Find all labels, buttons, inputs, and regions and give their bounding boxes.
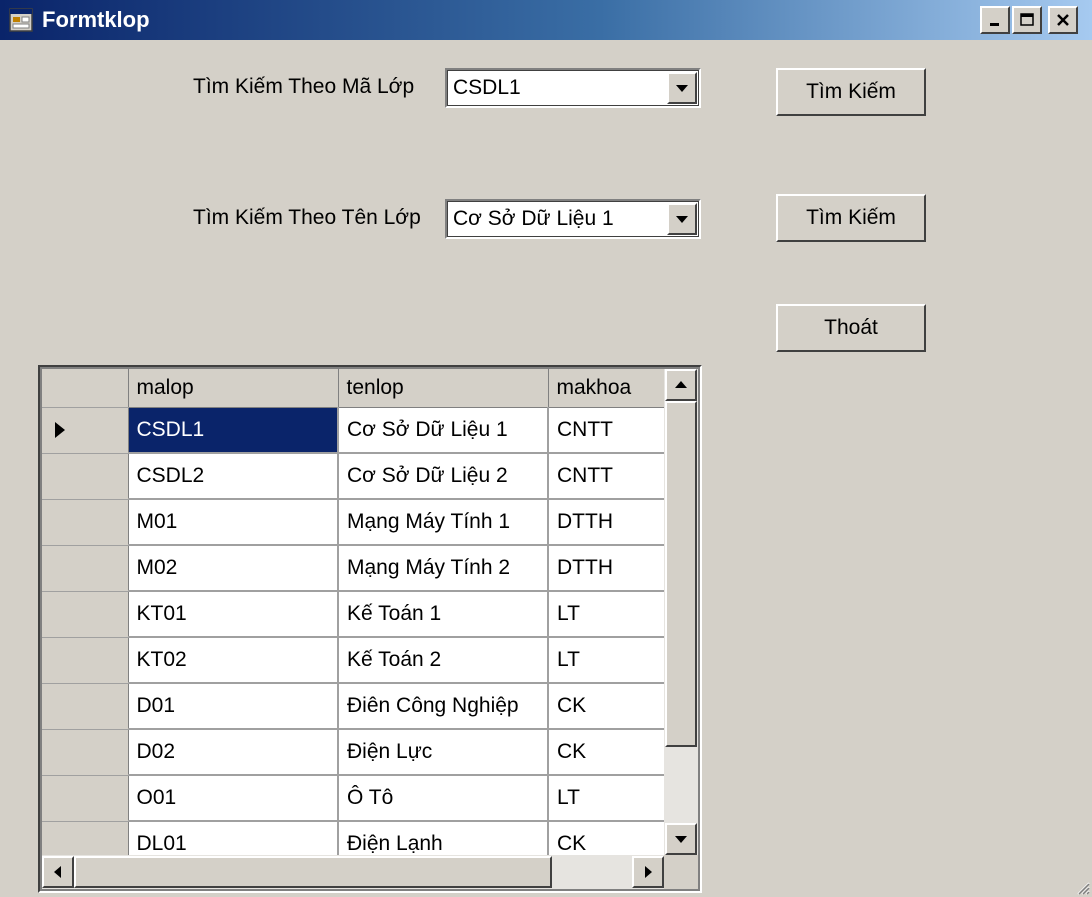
row-indicator-icon bbox=[55, 422, 65, 438]
column-header-tenlop[interactable]: tenlop bbox=[338, 369, 549, 408]
cell-malop[interactable]: KT02 bbox=[128, 637, 339, 684]
cell-makhoa[interactable]: CNTT bbox=[548, 407, 673, 454]
title-bar[interactable]: Formtklop bbox=[0, 0, 1092, 40]
row-header[interactable] bbox=[42, 545, 129, 592]
class-name-value: Cơ Sở Dữ Liệu 1 bbox=[453, 207, 614, 230]
horizontal-scroll-thumb[interactable] bbox=[74, 856, 552, 888]
cell-tenlop[interactable]: Điên Công Nghiệp bbox=[338, 683, 549, 730]
row-header[interactable] bbox=[42, 453, 129, 500]
table-row[interactable]: D01 Điên Công Nghiệp CK bbox=[42, 683, 673, 730]
cell-malop[interactable]: CSDL1 bbox=[128, 407, 339, 454]
vertical-scrollbar[interactable] bbox=[664, 369, 698, 855]
cell-makhoa[interactable]: LT bbox=[548, 775, 673, 822]
cell-tenlop[interactable]: Kế Toán 1 bbox=[338, 591, 549, 638]
minimize-button[interactable] bbox=[980, 6, 1010, 34]
table-row[interactable]: M02 Mạng Máy Tính 2 DTTH bbox=[42, 545, 673, 592]
grid-corner-header[interactable] bbox=[42, 369, 129, 408]
window-title: Formtklop bbox=[42, 7, 150, 32]
class-data-grid[interactable]: malop tenlop makhoa CSDL1 Cơ Sở Dữ Liệu … bbox=[38, 365, 702, 893]
scroll-up-button[interactable] bbox=[665, 369, 697, 401]
table-row[interactable]: CSDL2 Cơ Sở Dữ Liệu 2 CNTT bbox=[42, 453, 673, 500]
grid-header-row: malop tenlop makhoa bbox=[42, 369, 673, 408]
row-header[interactable] bbox=[42, 591, 129, 638]
cell-makhoa[interactable]: LT bbox=[548, 637, 673, 684]
app-form-icon bbox=[9, 8, 33, 32]
cell-tenlop[interactable]: Kế Toán 2 bbox=[338, 637, 549, 684]
minimize-icon bbox=[990, 23, 999, 26]
cell-tenlop[interactable]: Ô Tô bbox=[338, 775, 549, 822]
cell-malop[interactable]: O01 bbox=[128, 775, 339, 822]
row-header[interactable] bbox=[42, 775, 129, 822]
grid-table: malop tenlop makhoa CSDL1 Cơ Sở Dữ Liệu … bbox=[42, 369, 673, 868]
column-header-malop[interactable]: malop bbox=[128, 369, 339, 408]
cell-tenlop[interactable]: Cơ Sở Dữ Liệu 1 bbox=[338, 407, 549, 454]
class-name-combobox[interactable]: Cơ Sở Dữ Liệu 1 bbox=[445, 199, 701, 239]
search-by-code-label: Tìm Kiếm Theo Mã Lớp bbox=[193, 75, 415, 98]
scroll-down-button[interactable] bbox=[665, 823, 697, 855]
cell-malop[interactable]: CSDL2 bbox=[128, 453, 339, 500]
table-row[interactable]: CSDL1 Cơ Sở Dữ Liệu 1 CNTT bbox=[42, 407, 673, 454]
search-by-code-button[interactable]: Tìm Kiếm bbox=[776, 68, 926, 116]
cell-malop[interactable]: M01 bbox=[128, 499, 339, 546]
table-row[interactable]: O01 Ô Tô LT bbox=[42, 775, 673, 822]
table-row[interactable]: D02 Điện Lực CK bbox=[42, 729, 673, 776]
scroll-down-icon bbox=[675, 836, 687, 843]
row-header[interactable] bbox=[42, 683, 129, 730]
cell-malop[interactable]: M02 bbox=[128, 545, 339, 592]
close-icon bbox=[1057, 14, 1069, 26]
scroll-left-button[interactable] bbox=[42, 856, 74, 888]
maximize-icon bbox=[1020, 13, 1034, 26]
cell-malop[interactable]: D02 bbox=[128, 729, 339, 776]
scroll-right-icon bbox=[645, 866, 652, 878]
search-by-name-label: Tìm Kiếm Theo Tên Lớp bbox=[193, 206, 421, 229]
cell-tenlop[interactable]: Cơ Sở Dữ Liệu 2 bbox=[338, 453, 549, 500]
cell-tenlop[interactable]: Mạng Máy Tính 2 bbox=[338, 545, 549, 592]
cell-makhoa[interactable]: CNTT bbox=[548, 453, 673, 500]
row-header[interactable] bbox=[42, 637, 129, 684]
cell-makhoa[interactable]: DTTH bbox=[548, 545, 673, 592]
horizontal-scrollbar[interactable] bbox=[42, 855, 664, 889]
vertical-scroll-thumb[interactable] bbox=[665, 401, 697, 747]
class-code-value: CSDL1 bbox=[453, 76, 521, 99]
dropdown-arrow-icon bbox=[676, 85, 688, 92]
cell-malop[interactable]: KT01 bbox=[128, 591, 339, 638]
cell-tenlop[interactable]: Mạng Máy Tính 1 bbox=[338, 499, 549, 546]
cell-makhoa[interactable]: CK bbox=[548, 729, 673, 776]
row-header[interactable] bbox=[42, 729, 129, 776]
cell-malop[interactable]: D01 bbox=[128, 683, 339, 730]
exit-button[interactable]: Thoát bbox=[776, 304, 926, 352]
close-button[interactable] bbox=[1048, 6, 1078, 34]
resize-grip-icon[interactable] bbox=[1074, 879, 1090, 895]
cell-makhoa[interactable]: DTTH bbox=[548, 499, 673, 546]
class-code-dropdown-button[interactable] bbox=[667, 72, 697, 104]
table-row[interactable]: M01 Mạng Máy Tính 1 DTTH bbox=[42, 499, 673, 546]
class-name-dropdown-button[interactable] bbox=[667, 203, 697, 235]
maximize-button[interactable] bbox=[1012, 6, 1042, 34]
scroll-up-icon bbox=[675, 381, 687, 388]
scroll-right-button[interactable] bbox=[632, 856, 664, 888]
row-header[interactable] bbox=[42, 499, 129, 546]
cell-makhoa[interactable]: CK bbox=[548, 683, 673, 730]
row-header[interactable] bbox=[42, 407, 129, 454]
column-header-makhoa[interactable]: makhoa bbox=[548, 369, 673, 408]
scroll-left-icon bbox=[54, 866, 61, 878]
cell-tenlop[interactable]: Điện Lực bbox=[338, 729, 549, 776]
search-by-name-button[interactable]: Tìm Kiếm bbox=[776, 194, 926, 242]
dropdown-arrow-icon bbox=[676, 216, 688, 223]
class-code-combobox[interactable]: CSDL1 bbox=[445, 68, 701, 108]
scrollbar-corner bbox=[664, 855, 698, 889]
table-row[interactable]: KT02 Kế Toán 2 LT bbox=[42, 637, 673, 684]
table-row[interactable]: KT01 Kế Toán 1 LT bbox=[42, 591, 673, 638]
cell-makhoa[interactable]: LT bbox=[548, 591, 673, 638]
